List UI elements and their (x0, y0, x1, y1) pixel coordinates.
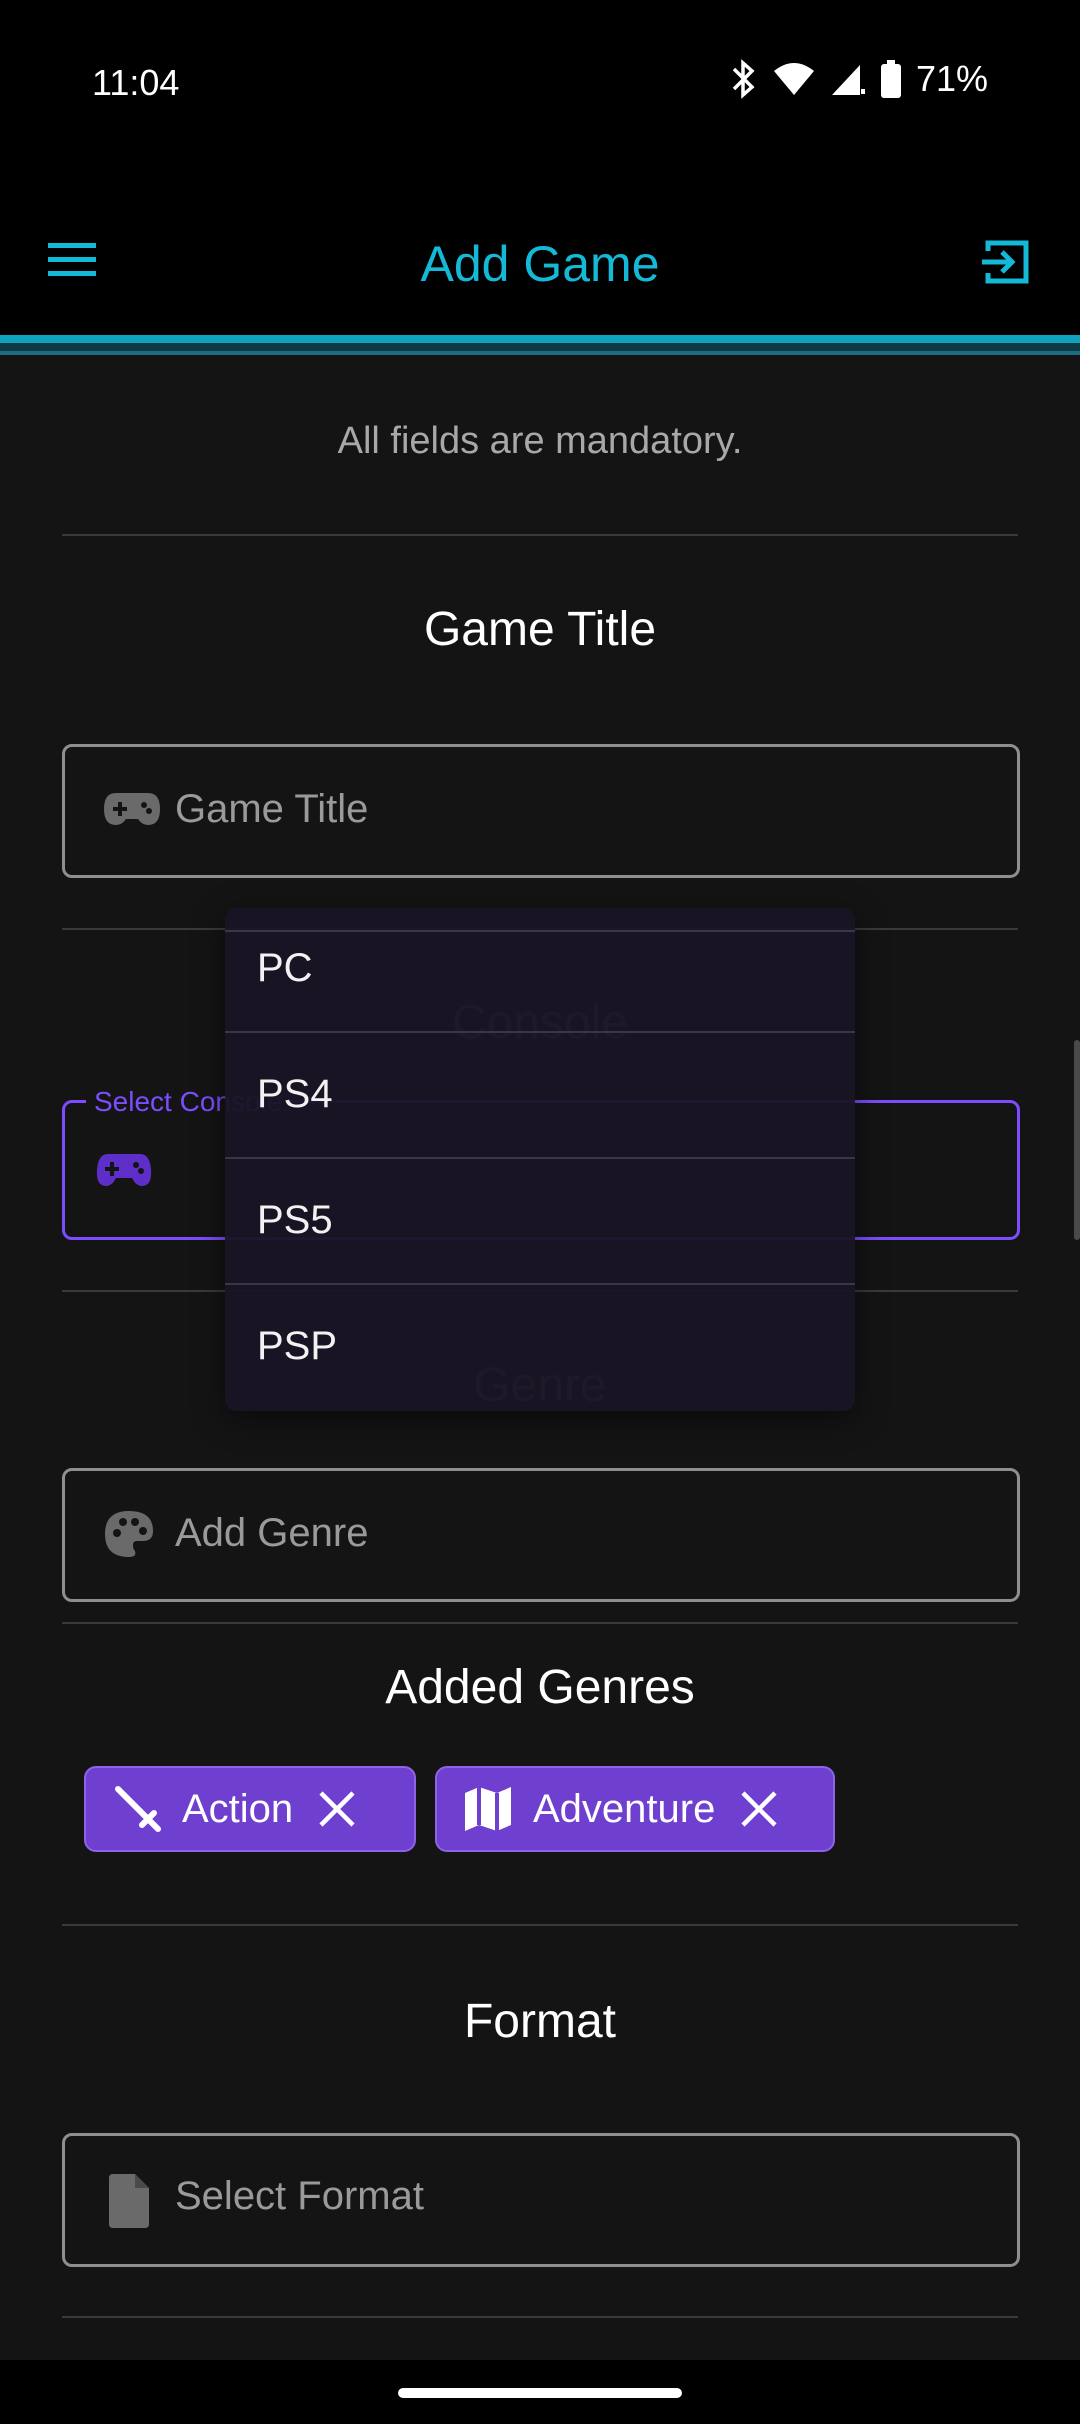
scrollbar[interactable] (1074, 1040, 1080, 1240)
signal-icon (831, 65, 865, 95)
game-title-placeholder: Game Title (175, 787, 369, 831)
menu-divider (225, 1157, 855, 1159)
option-label: PS4 (257, 1072, 333, 1116)
game-title-heading: Game Title (423, 603, 657, 656)
home-indicator[interactable] (398, 2388, 682, 2398)
gamepad-icon (102, 791, 162, 832)
divider (62, 1622, 1018, 1624)
remove-action-close-icon[interactable] (317, 1789, 357, 1829)
console-option-psp[interactable]: PSP (225, 1286, 855, 1410)
mandatory-notice: All fields are mandatory. (337, 420, 743, 462)
option-label: PS5 (257, 1198, 333, 1242)
chip-label: Adventure (533, 1786, 716, 1831)
add-genre-placeholder: Add Genre (175, 1511, 369, 1555)
app-bar-divider (0, 335, 1080, 343)
wifi-icon (773, 63, 814, 95)
console-option-ps4[interactable]: PS4 (225, 1034, 855, 1158)
file-icon (107, 2174, 151, 2233)
battery-icon (880, 60, 901, 98)
menu-divider (225, 1283, 855, 1285)
genre-chip-adventure: Adventure (435, 1766, 835, 1852)
logout-icon[interactable] (980, 237, 1032, 292)
divider (62, 2316, 1018, 2318)
divider (62, 534, 1018, 536)
battery-percent: 71% (915, 58, 988, 99)
console-option-ps5[interactable]: PS5 (225, 1160, 855, 1284)
option-label: PC (257, 946, 313, 990)
status-icons: 71% (730, 58, 988, 100)
remove-adventure-close-icon[interactable] (739, 1789, 779, 1829)
bluetooth-icon (732, 59, 755, 99)
add-genre-input[interactable]: Add Genre (62, 1468, 1020, 1602)
option-label: PSP (257, 1324, 338, 1368)
controller-icon (96, 1150, 152, 1195)
genre-chip-action: Action (84, 1766, 416, 1852)
format-placeholder: Select Format (175, 2174, 424, 2218)
console-option-pc[interactable]: PC (225, 908, 855, 1032)
game-title-input[interactable]: Game Title (62, 744, 1020, 878)
divider (62, 1924, 1018, 1926)
added-genres-heading: Added Genres (385, 1661, 695, 1714)
palette-icon (103, 1509, 155, 1564)
status-time: 11:04 (92, 62, 180, 103)
sword-icon (114, 1785, 162, 1833)
chip-label: Action (182, 1786, 294, 1831)
console-dropdown-menu: PC PS4 PS5 PSP (225, 908, 855, 1411)
format-select[interactable]: Select Format (62, 2133, 1020, 2267)
app-bar: Add Game (0, 175, 1080, 335)
menu-divider (225, 1031, 855, 1033)
format-heading: Format (463, 1995, 616, 2048)
app-bar-divider-edge (0, 351, 1080, 355)
map-icon (463, 1785, 513, 1833)
page-title: Add Game (420, 236, 660, 292)
